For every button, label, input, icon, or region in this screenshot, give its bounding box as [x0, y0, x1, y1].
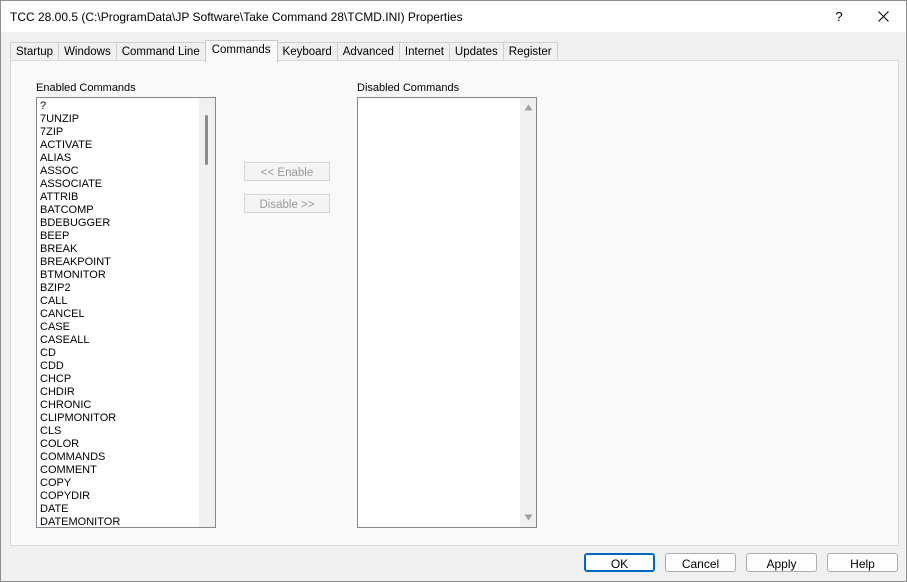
tab-internet[interactable]: Internet	[398, 42, 450, 61]
disable-button[interactable]: Disable >>	[244, 194, 330, 213]
commands-panel: Enabled Commands ? 7UNZIP 7ZIP ACTIVATE ALIA…	[10, 60, 899, 546]
enabled-commands-list[interactable]: ? 7UNZIP 7ZIP ACTIVATE ALIAS ASSOC ASSOCIATE AT…	[36, 97, 216, 528]
enable-button[interactable]: << Enable	[244, 162, 330, 181]
list-item[interactable]: BDEBUGGER	[40, 217, 200, 230]
list-item[interactable]: BTMONITOR	[40, 269, 200, 282]
scroll-up-arrow[interactable]	[523, 102, 533, 112]
disabled-list-scrollbar[interactable]	[520, 98, 536, 527]
list-item[interactable]: ALIAS	[40, 152, 200, 165]
list-item[interactable]: COMMENT	[40, 464, 200, 477]
list-item[interactable]: CHCP	[40, 373, 200, 386]
ok-button[interactable]: OK	[584, 553, 655, 572]
scroll-thumb[interactable]	[205, 115, 208, 165]
list-item[interactable]: COLOR	[40, 438, 200, 451]
question-mark-icon: ?	[835, 9, 843, 24]
list-item[interactable]: CHRONIC	[40, 399, 200, 412]
list-item[interactable]: 7ZIP	[40, 126, 200, 139]
properties-dialog: TCC 28.00.5 (C:\ProgramData\JP Software\…	[0, 0, 907, 582]
scroll-down-arrow[interactable]	[523, 512, 533, 522]
list-item[interactable]: CLIPMONITOR	[40, 412, 200, 425]
apply-button[interactable]: Apply	[746, 553, 817, 572]
list-item[interactable]: CASEALL	[40, 334, 200, 347]
list-item[interactable]: CLS	[40, 425, 200, 438]
list-item[interactable]: 7UNZIP	[40, 113, 200, 126]
list-item[interactable]: CHDIR	[40, 386, 200, 399]
title-bar: TCC 28.00.5 (C:\ProgramData\JP Software\…	[1, 1, 906, 32]
close-button[interactable]	[861, 1, 906, 32]
list-item[interactable]: BREAK	[40, 243, 200, 256]
list-item[interactable]: COPYDIR	[40, 490, 200, 503]
triangle-down-icon	[524, 514, 532, 520]
context-help-button[interactable]: ?	[819, 1, 859, 32]
list-item[interactable]: ATTRIB	[40, 191, 200, 204]
tab-advanced[interactable]: Advanced	[336, 42, 400, 61]
disabled-commands-list[interactable]	[357, 97, 537, 528]
close-icon	[878, 11, 889, 22]
tab-startup[interactable]: Startup	[10, 42, 60, 61]
list-item[interactable]: CD	[40, 347, 200, 360]
list-item[interactable]: COMMANDS	[40, 451, 200, 464]
tab-keyboard[interactable]: Keyboard	[276, 42, 338, 61]
tab-register[interactable]: Register	[502, 42, 558, 61]
tab-updates[interactable]: Updates	[448, 42, 504, 61]
tab-command-line[interactable]: Command Line	[115, 42, 206, 61]
help-button[interactable]: Help	[827, 553, 898, 572]
window-title: TCC 28.00.5 (C:\ProgramData\JP Software\…	[10, 10, 463, 24]
list-item[interactable]: DATE	[40, 503, 200, 516]
list-item[interactable]: BREAKPOINT	[40, 256, 200, 269]
tab-commands[interactable]: Commands	[204, 40, 278, 62]
list-item[interactable]: ?	[40, 100, 200, 113]
tab-strip: Startup Windows Command Line Commands Ke…	[10, 40, 558, 62]
list-item[interactable]: ACTIVATE	[40, 139, 200, 152]
list-item[interactable]: CASE	[40, 321, 200, 334]
disabled-commands-label: Disabled Commands	[357, 82, 460, 94]
list-item[interactable]: BATCOMP	[40, 204, 200, 217]
list-item[interactable]: ASSOCIATE	[40, 178, 200, 191]
list-item[interactable]: BEEP	[40, 230, 200, 243]
list-item[interactable]: DATEMONITOR	[40, 516, 200, 527]
list-item[interactable]: ASSOC	[40, 165, 200, 178]
tab-windows[interactable]: Windows	[58, 42, 117, 61]
enabled-list-scrollbar[interactable]	[199, 98, 215, 527]
enabled-commands-items: ? 7UNZIP 7ZIP ACTIVATE ALIAS ASSOC ASSOCIATE AT…	[40, 100, 200, 527]
enabled-commands-label: Enabled Commands	[36, 82, 136, 94]
list-item[interactable]: CANCEL	[40, 308, 200, 321]
triangle-up-icon	[524, 104, 532, 110]
cancel-button[interactable]: Cancel	[665, 553, 736, 572]
list-item[interactable]: BZIP2	[40, 282, 200, 295]
list-item[interactable]: COPY	[40, 477, 200, 490]
list-item[interactable]: CALL	[40, 295, 200, 308]
list-item[interactable]: CDD	[40, 360, 200, 373]
